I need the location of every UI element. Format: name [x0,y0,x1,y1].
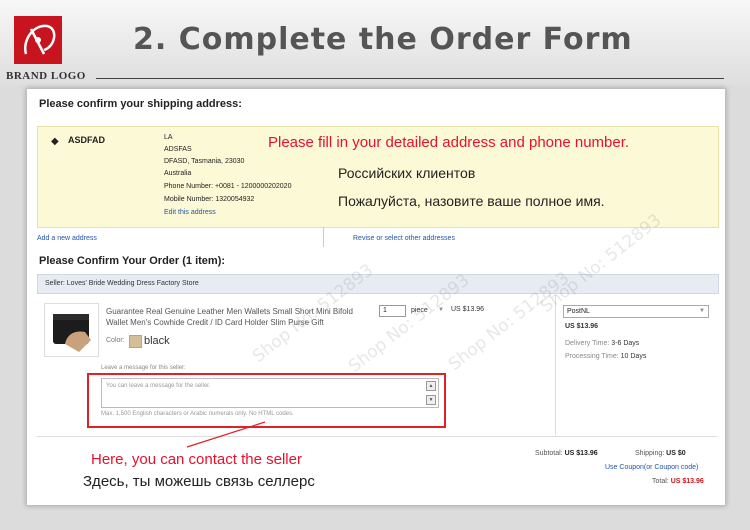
header-divider [96,78,724,79]
subtotal-value: US $13.96 [564,450,598,457]
total-label: Total: [652,478,669,485]
annotation-arrow [186,421,266,448]
shipping-total-value: US $0 [666,450,686,457]
annotation-contact-seller: Here, you can contact the seller [91,451,302,468]
annotation-contact-seller-ru: Здесь, ты можешь связь селлерс [83,473,315,490]
brand-logo-icon [14,16,62,64]
shipping-total-label: Shipping: [635,450,665,457]
shipping-total: Shipping: US $0 [635,450,686,457]
total-value: US $13.96 [670,478,704,485]
brand-logo-text: BRAND LOGO [6,70,86,82]
page-title: 2. Complete the Order Form [133,22,633,57]
order-total: Total: US $13.96 [652,478,704,485]
order-form-card: Please confirm your shipping address: ◆ … [26,88,726,506]
subtotal-label: Subtotal: [535,450,563,457]
use-coupon-link[interactable]: Use Coupon(or Coupon code) [605,464,698,471]
subtotal: Subtotal: US $13.96 [535,450,598,457]
